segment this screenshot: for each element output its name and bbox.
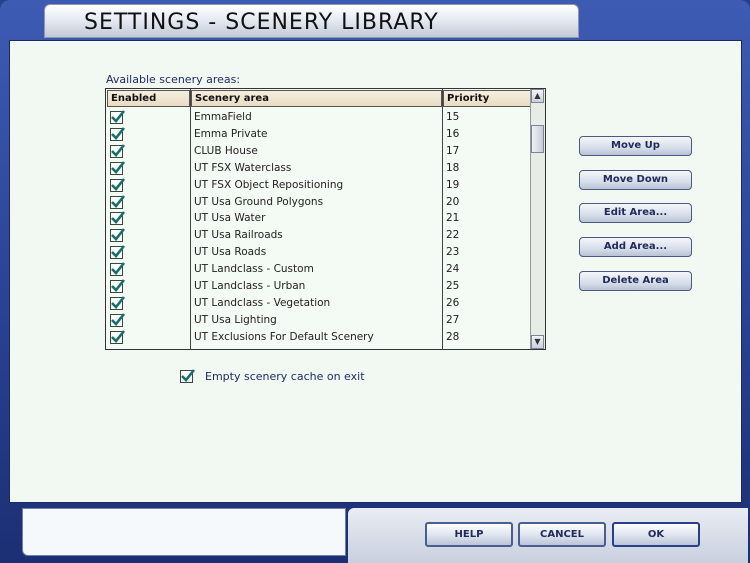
checkmark-icon <box>111 194 126 208</box>
empty-cache-label: Empty scenery cache on exit <box>205 370 365 383</box>
scenery-list[interactable]: Enabled Scenery area Priority EmmaField 1… <box>105 88 546 350</box>
header-enabled[interactable]: Enabled <box>107 90 190 107</box>
checkmark-icon <box>111 329 126 343</box>
scenery-area-name: UT FSX Waterclass <box>194 161 292 174</box>
list-item[interactable]: UT Usa Water 21 <box>106 210 531 227</box>
ok-button[interactable]: OK <box>612 522 700 547</box>
scenery-priority: 16 <box>446 127 460 140</box>
list-item[interactable]: UT FSX Object Repositioning 19 <box>106 177 531 194</box>
scenery-area-name: UT Landclass - Urban <box>194 280 306 292</box>
scenery-priority: 27 <box>446 313 460 326</box>
scenery-priority: 26 <box>446 296 460 309</box>
header-priority[interactable]: Priority <box>443 90 531 107</box>
scenery-priority: 19 <box>446 178 460 191</box>
scenery-priority: 21 <box>446 212 460 225</box>
enabled-checkbox[interactable] <box>110 194 126 209</box>
enabled-checkbox[interactable] <box>110 279 126 293</box>
scenery-priority: 24 <box>446 263 460 276</box>
checkmark-icon <box>111 296 126 309</box>
enabled-checkbox[interactable] <box>110 329 126 344</box>
status-panel <box>22 508 346 556</box>
scenery-area-name: CLUB House <box>194 144 258 157</box>
arrow-down-icon[interactable]: ▼ <box>531 335 544 349</box>
scenery-area-name: EmmaField <box>194 111 252 123</box>
list-item[interactable]: UT Exclusions For Default Scenery 28 <box>106 329 531 346</box>
scenery-area-name: UT Usa Lighting <box>194 313 277 326</box>
scenery-area-name: UT Exclusions For Default Scenery <box>194 330 374 343</box>
enabled-checkbox[interactable] <box>110 228 126 243</box>
checkmark-icon <box>111 279 126 292</box>
move-up-button[interactable]: Move Up <box>579 136 692 156</box>
scenery-area-name: Emma Private <box>194 127 268 140</box>
enabled-checkbox[interactable] <box>110 245 126 260</box>
list-item[interactable]: CLUB House 17 <box>106 143 531 160</box>
list-item[interactable]: UT Landclass - Vegetation 26 <box>106 295 531 312</box>
list-item[interactable]: UT Landclass - Urban 25 <box>106 278 531 295</box>
list-item[interactable]: UT FSX Waterclass 18 <box>106 160 531 177</box>
available-areas-label: Available scenery areas: <box>106 73 241 86</box>
empty-cache-checkbox[interactable] <box>180 369 196 383</box>
delete-area-button[interactable]: Delete Area <box>579 271 692 291</box>
enabled-checkbox[interactable] <box>110 312 126 327</box>
scenery-area-name: UT Landclass - Vegetation <box>194 296 331 309</box>
list-item[interactable]: UT Usa Roads 23 <box>106 244 531 261</box>
scenery-area-name: UT Usa Ground Polygons <box>194 195 324 208</box>
enabled-checkbox[interactable] <box>110 110 126 124</box>
help-button[interactable]: HELP <box>425 522 513 547</box>
checkmark-icon <box>111 110 126 123</box>
enabled-checkbox[interactable] <box>110 143 126 158</box>
scenery-area-name: UT Usa Railroads <box>194 229 283 242</box>
checkmark-icon <box>111 312 126 326</box>
list-item[interactable]: Emma Private 16 <box>106 126 531 143</box>
add-area-button[interactable]: Add Area... <box>579 237 692 257</box>
checkmark-icon <box>111 262 126 276</box>
checkmark-icon <box>181 369 196 382</box>
enabled-checkbox[interactable] <box>110 211 126 226</box>
checkmark-icon <box>111 127 126 140</box>
scenery-priority: 25 <box>446 280 460 292</box>
scenery-area-name: UT Usa Roads <box>194 246 267 259</box>
header-scenery-area[interactable]: Scenery area <box>191 90 442 107</box>
scenery-priority: 23 <box>446 246 460 259</box>
checkmark-icon <box>111 143 126 157</box>
scenery-priority: 17 <box>446 144 460 157</box>
scenery-priority: 15 <box>446 111 460 123</box>
list-scrollbar[interactable]: ▲ ▼ <box>530 89 545 349</box>
edit-area-button[interactable]: Edit Area... <box>579 203 692 223</box>
enabled-checkbox[interactable] <box>110 127 126 141</box>
list-item[interactable]: UT Usa Lighting 27 <box>106 312 531 329</box>
list-item[interactable]: UT Usa Railroads 22 <box>106 227 531 244</box>
cancel-button[interactable]: CANCEL <box>518 522 606 547</box>
scenery-area-name: UT Landclass - Custom <box>194 263 314 276</box>
scenery-priority: 18 <box>446 161 460 174</box>
move-down-button[interactable]: Move Down <box>579 170 692 190</box>
enabled-checkbox[interactable] <box>110 177 126 192</box>
scrollbar-thumb[interactable] <box>531 125 544 153</box>
scenery-priority: 22 <box>446 229 460 242</box>
enabled-checkbox[interactable] <box>110 296 126 310</box>
list-item[interactable]: UT Usa Ground Polygons 20 <box>106 194 531 211</box>
checkmark-icon <box>111 160 126 174</box>
checkmark-icon <box>111 177 126 191</box>
scenery-priority: 28 <box>446 330 460 343</box>
checkmark-icon <box>111 211 126 225</box>
checkmark-icon <box>111 228 126 242</box>
enabled-checkbox[interactable] <box>110 262 126 277</box>
window-title: SETTINGS - SCENERY LIBRARY <box>84 10 439 35</box>
list-item[interactable]: EmmaField 15 <box>106 109 531 126</box>
enabled-checkbox[interactable] <box>110 160 126 175</box>
scenery-area-name: UT FSX Object Repositioning <box>194 178 344 191</box>
scenery-priority: 20 <box>446 195 460 208</box>
checkmark-icon <box>111 245 126 259</box>
scenery-area-name: UT Usa Water <box>194 212 266 225</box>
list-item[interactable]: UT Landclass - Custom 24 <box>106 261 531 278</box>
arrow-up-icon[interactable]: ▲ <box>531 89 544 103</box>
